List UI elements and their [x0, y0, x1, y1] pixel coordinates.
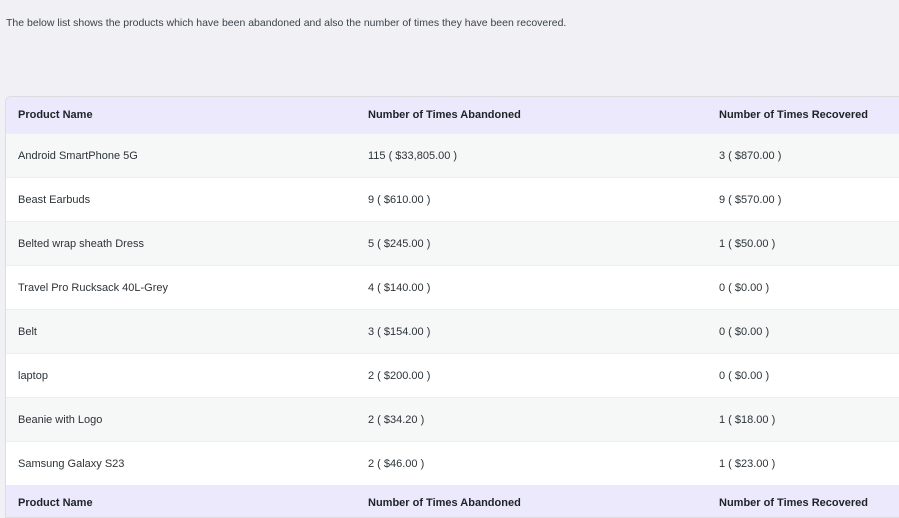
cell-times-abandoned: 2 ( $200.00 ) — [356, 353, 707, 398]
table-row: Beast Earbuds 9 ( $610.00 ) 9 ( $570.00 … — [6, 177, 899, 222]
header-times-recovered: Number of Times Recovered — [707, 97, 899, 134]
table-footer-row: Product Name Number of Times Abandoned N… — [6, 485, 899, 517]
cell-times-recovered: 1 ( $18.00 ) — [707, 397, 899, 442]
cell-times-recovered: 0 ( $0.00 ) — [707, 309, 899, 354]
cell-times-abandoned: 5 ( $245.00 ) — [356, 221, 707, 266]
table-row: Belt 3 ( $154.00 ) 0 ( $0.00 ) — [6, 309, 899, 354]
cell-product-name: laptop — [6, 353, 356, 398]
cell-times-recovered: 9 ( $570.00 ) — [707, 177, 899, 222]
cell-product-name: Samsung Galaxy S23 — [6, 441, 356, 485]
table-header-row: Product Name Number of Times Abandoned N… — [6, 97, 899, 134]
cell-times-abandoned: 115 ( $33,805.00 ) — [356, 133, 707, 178]
cell-times-recovered: 0 ( $0.00 ) — [707, 353, 899, 398]
footer-times-abandoned: Number of Times Abandoned — [356, 485, 707, 517]
cell-product-name: Beanie with Logo — [6, 397, 356, 442]
cell-times-abandoned: 3 ( $154.00 ) — [356, 309, 707, 354]
cell-times-abandoned: 9 ( $610.00 ) — [356, 177, 707, 222]
cell-times-recovered: 1 ( $23.00 ) — [707, 441, 899, 485]
cell-times-recovered: 1 ( $50.00 ) — [707, 221, 899, 266]
cell-times-abandoned: 2 ( $46.00 ) — [356, 441, 707, 485]
products-table: Product Name Number of Times Abandoned N… — [6, 97, 899, 517]
abandoned-products-table: Product Name Number of Times Abandoned N… — [5, 96, 899, 518]
table-row: Android SmartPhone 5G 115 ( $33,805.00 )… — [6, 133, 899, 178]
table-row: Travel Pro Rucksack 40L-Grey 4 ( $140.00… — [6, 265, 899, 310]
table-row: laptop 2 ( $200.00 ) 0 ( $0.00 ) — [6, 353, 899, 398]
cell-product-name: Android SmartPhone 5G — [6, 133, 356, 178]
table-row: Belted wrap sheath Dress 5 ( $245.00 ) 1… — [6, 221, 899, 266]
cell-product-name: Belt — [6, 309, 356, 354]
footer-times-recovered: Number of Times Recovered — [707, 485, 899, 517]
footer-product-name: Product Name — [6, 485, 356, 517]
cell-times-abandoned: 2 ( $34.20 ) — [356, 397, 707, 442]
cell-product-name: Travel Pro Rucksack 40L-Grey — [6, 265, 356, 310]
table-row: Samsung Galaxy S23 2 ( $46.00 ) 1 ( $23.… — [6, 441, 899, 485]
cell-times-recovered: 0 ( $0.00 ) — [707, 265, 899, 310]
cell-product-name: Belted wrap sheath Dress — [6, 221, 356, 266]
header-times-abandoned: Number of Times Abandoned — [356, 97, 707, 134]
cell-times-abandoned: 4 ( $140.00 ) — [356, 265, 707, 310]
cell-product-name: Beast Earbuds — [6, 177, 356, 222]
header-product-name: Product Name — [6, 97, 356, 134]
cell-times-recovered: 3 ( $870.00 ) — [707, 133, 899, 178]
intro-text: The below list shows the products which … — [6, 17, 567, 29]
table-row: Beanie with Logo 2 ( $34.20 ) 1 ( $18.00… — [6, 397, 899, 442]
